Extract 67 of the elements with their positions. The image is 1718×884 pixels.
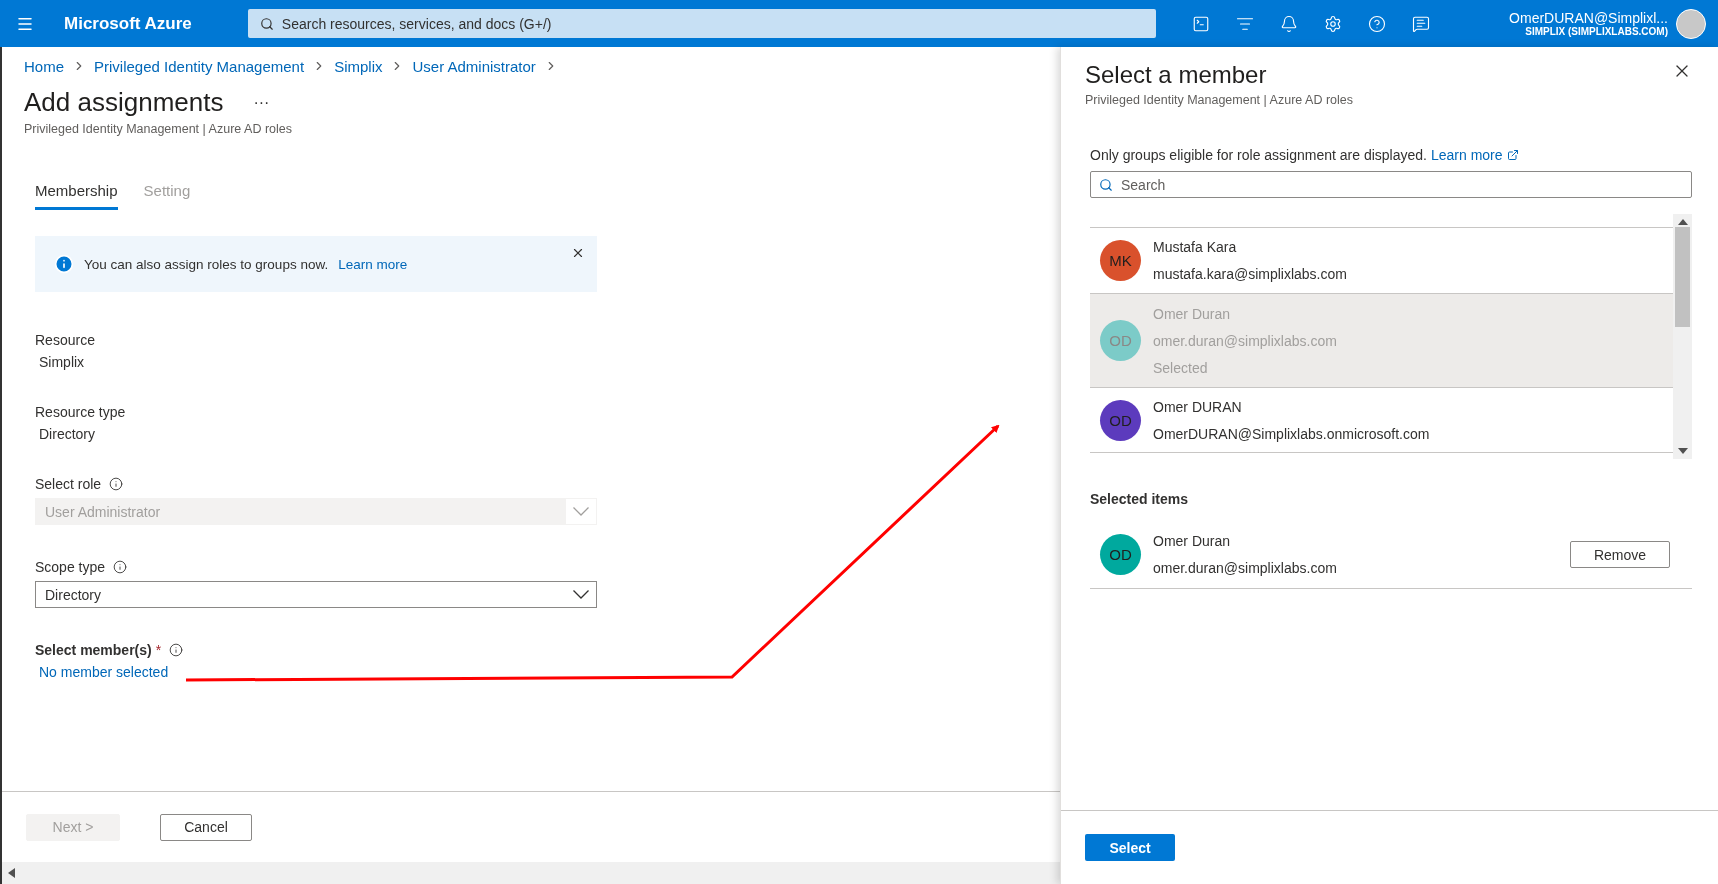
learn-more-link[interactable]: Learn more — [338, 256, 408, 272]
dropdown[interactable]: Directory — [35, 581, 597, 608]
chevron-down-icon — [573, 590, 589, 599]
notice-text: Only groups eligible for role assignment are displayed. — [1090, 147, 1427, 163]
cancel-button[interactable]: Cancel — [160, 813, 252, 841]
member-email: omer.duran@simplixlabs.com — [1153, 560, 1337, 576]
search-icon — [259, 16, 274, 31]
info-text: You can also assign roles to groups now. — [84, 256, 329, 272]
more-button[interactable]: ··· — [249, 93, 274, 112]
member-name: Omer Duran — [1153, 305, 1232, 322]
down-triangle-icon[interactable] — [1677, 448, 1688, 454]
close-icon[interactable] — [571, 246, 585, 260]
bell-icon[interactable] — [1279, 14, 1298, 33]
chat-icon[interactable] — [1411, 14, 1430, 33]
info-icon[interactable] — [169, 643, 184, 657]
field-label: Select member(s) — [35, 642, 152, 658]
avatar-initials: OD — [1100, 534, 1141, 575]
breadcrumb-link[interactable]: User Administrator — [412, 57, 536, 75]
member-row[interactable]: OD Omer DURAN OmerDURAN@Simplixlabs.onmicrosoft.com — [1090, 387, 1673, 453]
page-title: Add assignments — [24, 87, 224, 118]
breadcrumb-link[interactable]: Home — [24, 57, 64, 75]
info-icon — [54, 254, 74, 274]
required-mark: * — [155, 642, 162, 658]
field-label: Select role — [35, 476, 102, 492]
account-name[interactable]: OmerDURAN@Simplixl... — [1509, 10, 1668, 26]
field-value: Directory — [38, 426, 96, 442]
member-status: Selected — [1153, 359, 1209, 376]
member-email: OmerDURAN@Simplixlabs.onmicrosoft.com — [1153, 425, 1430, 442]
field-label: Resource — [35, 332, 95, 348]
external-link-icon[interactable] — [1506, 149, 1519, 161]
left-triangle-icon[interactable] — [8, 868, 16, 878]
breadcrumb-link[interactable]: Simplix — [334, 57, 383, 75]
search-icon — [1099, 177, 1113, 192]
member-email: mustafa.kara@simplixlabs.com — [1153, 266, 1347, 282]
field-label: Resource type — [35, 404, 126, 420]
member-email: omer.duran@simplixlabs.com — [1153, 332, 1337, 349]
up-triangle-icon[interactable] — [1677, 219, 1688, 225]
learn-more-link[interactable]: Learn more — [1430, 147, 1503, 163]
tenant-name: SIMPLIX (SIMPLIXLABS.COM) — [1525, 26, 1668, 37]
member-name: Omer DURAN — [1153, 398, 1243, 415]
breadcrumb-link[interactable]: Privileged Identity Management — [94, 57, 305, 75]
panel-title: Select a member — [1085, 61, 1267, 89]
avatar-initials: OD — [1100, 399, 1141, 441]
avatar-initials: OD — [1100, 320, 1141, 361]
info-icon[interactable] — [113, 560, 128, 574]
field-label: Scope type — [35, 559, 106, 575]
terminal-icon[interactable] — [1191, 14, 1210, 33]
panel-subtitle: Privileged Identity Management | Azure AD roles — [1085, 93, 1354, 107]
search-field[interactable]: Search — [1090, 171, 1692, 198]
page-subtitle: Privileged Identity Management | Azure AD roles — [24, 122, 293, 136]
field-value: Simplix — [38, 354, 86, 370]
settings-icon[interactable] — [1323, 14, 1342, 33]
brand-name[interactable]: Microsoft Azure — [64, 13, 192, 34]
member-name: Mustafa Kara — [1153, 239, 1238, 255]
member-name: Omer Duran — [1153, 533, 1232, 549]
avatar-initials: MK — [1100, 240, 1141, 281]
select-button[interactable]: Select — [1085, 834, 1175, 861]
member-link[interactable]: No member selected — [35, 664, 597, 680]
tab[interactable]: Membership — [35, 176, 118, 210]
vertical-scrollbar[interactable] — [1673, 214, 1692, 459]
remove-button[interactable]: Remove — [1570, 541, 1670, 568]
chevron-down-icon — [573, 507, 589, 516]
help-icon[interactable] — [1367, 14, 1386, 33]
horizontal-scrollbar[interactable] — [2, 862, 1060, 884]
section-heading: Selected items — [1090, 491, 1190, 507]
search-field[interactable]: Search resources, services, and docs (G+/) — [247, 9, 1156, 38]
avatar-icon[interactable] — [1676, 8, 1706, 39]
